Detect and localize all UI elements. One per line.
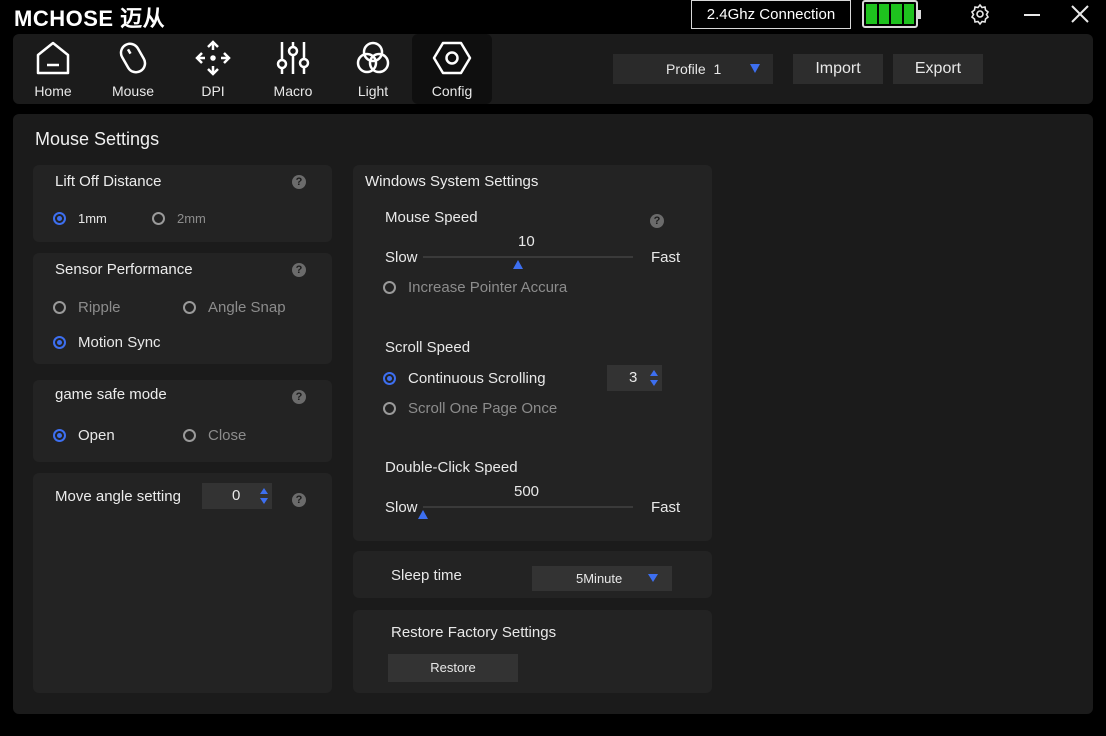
game-safe-close-radio[interactable]: Close	[183, 427, 246, 444]
lift-off-title: Lift Off Distance	[55, 173, 162, 190]
mouse-speed-value: 10	[518, 233, 535, 250]
stepper-value: 0	[232, 487, 241, 504]
radio-label: Ripple	[78, 299, 121, 316]
connection-status: 2.4Ghz Connection	[691, 0, 851, 29]
export-button[interactable]: Export	[893, 54, 983, 84]
import-button[interactable]: Import	[793, 54, 883, 84]
light-circles-icon	[356, 41, 390, 74]
move-angle-stepper[interactable]: 0	[202, 483, 272, 509]
move-arrows-icon	[195, 40, 231, 76]
double-click-slider[interactable]	[423, 506, 633, 508]
continuous-scrolling-radio[interactable]: Continuous Scrolling	[383, 370, 546, 387]
page-title: Mouse Settings	[35, 129, 160, 149]
help-icon[interactable]: ?	[650, 214, 664, 228]
move-angle-card	[33, 473, 332, 693]
stepper-value: 3	[629, 369, 638, 386]
profile-value: Profile 1	[666, 61, 722, 77]
nav-config[interactable]: Config	[412, 34, 492, 104]
radio-label: Close	[208, 427, 247, 444]
restore-title: Restore Factory Settings	[391, 624, 557, 641]
move-angle-title: Move angle setting	[55, 488, 181, 505]
mouse-speed-slider[interactable]	[423, 256, 633, 258]
radio-label: Open	[78, 427, 115, 444]
radio-label: Increase Pointer Accura	[408, 279, 568, 296]
windows-settings-title: Windows System Settings	[365, 173, 539, 190]
stepper-down-icon[interactable]	[260, 498, 268, 504]
app-logo: MCHOSE 迈从	[14, 6, 166, 31]
sleep-time-select[interactable]: 5Minute	[532, 566, 672, 591]
profile-select[interactable]: Profile 1	[613, 54, 773, 84]
sliders-icon	[276, 42, 310, 74]
stepper-down-icon[interactable]	[650, 380, 658, 386]
restore-button[interactable]: Restore	[388, 654, 518, 682]
hexagon-nut-icon	[432, 41, 472, 75]
help-icon[interactable]: ?	[292, 390, 306, 404]
sleep-time-value: 5Minute	[576, 571, 623, 586]
nav-label: Mouse	[111, 83, 155, 99]
lift-off-2mm-radio[interactable]: 2mm	[152, 211, 206, 226]
radio-label: Scroll One Page Once	[408, 400, 558, 417]
nav-macro[interactable]: Macro	[253, 34, 333, 104]
slider-fast-label: Fast	[651, 249, 681, 266]
radio-label: Motion Sync	[78, 334, 161, 351]
mouse-speed-label: Mouse Speed	[385, 209, 478, 226]
lift-off-1mm-radio[interactable]: 1mm	[53, 211, 107, 226]
scroll-lines-stepper[interactable]: 3	[607, 365, 662, 391]
nav-light[interactable]: Light	[333, 34, 413, 104]
nav-label: Home	[34, 83, 72, 99]
scroll-speed-label: Scroll Speed	[385, 339, 471, 356]
slider-fast-label: Fast	[651, 499, 681, 516]
sleep-time-label: Sleep time	[391, 567, 462, 584]
scroll-one-page-radio[interactable]: Scroll One Page Once	[383, 400, 557, 417]
sensor-title: Sensor Performance	[55, 261, 193, 278]
slider-thumb[interactable]	[418, 510, 428, 519]
home-icon	[36, 41, 70, 75]
close-icon[interactable]	[1068, 2, 1092, 26]
slider-thumb[interactable]	[512, 260, 523, 269]
battery-indicator	[862, 0, 921, 28]
radio-label: Angle Snap	[208, 299, 286, 316]
nav-label: Light	[357, 83, 389, 99]
nav-mouse[interactable]: Mouse	[93, 34, 173, 104]
ripple-radio[interactable]: Ripple	[53, 299, 121, 316]
mouse-icon	[119, 42, 147, 74]
pointer-accuracy-checkbox[interactable]: Increase Pointer Accura	[383, 279, 567, 296]
game-safe-title: game safe mode	[55, 386, 167, 403]
stepper-up-icon[interactable]	[260, 488, 268, 494]
nav-dpi[interactable]: DPI	[173, 34, 253, 104]
slider-slow-label: Slow	[385, 499, 418, 516]
motion-sync-radio[interactable]: Motion Sync	[53, 334, 161, 351]
radio-label: 2mm	[177, 211, 206, 226]
help-icon[interactable]: ?	[292, 263, 306, 277]
slider-slow-label: Slow	[385, 249, 418, 266]
settings-gear-icon[interactable]	[968, 2, 992, 26]
angle-snap-radio[interactable]: Angle Snap	[183, 299, 286, 316]
minimize-icon[interactable]	[1020, 2, 1044, 26]
nav-label: Macro	[273, 83, 313, 99]
help-icon[interactable]: ?	[292, 175, 306, 189]
radio-label: Continuous Scrolling	[408, 370, 546, 387]
nav-label: DPI	[201, 83, 225, 99]
nav-label: Config	[431, 83, 473, 99]
help-icon[interactable]: ?	[292, 493, 306, 507]
game-safe-open-radio[interactable]: Open	[53, 427, 115, 444]
dropdown-arrow-icon	[750, 64, 760, 73]
dropdown-arrow-icon	[648, 574, 658, 582]
double-click-label: Double-Click Speed	[385, 459, 518, 476]
double-click-value: 500	[514, 483, 540, 500]
radio-label: 1mm	[78, 211, 107, 226]
nav-home[interactable]: Home	[13, 34, 93, 104]
stepper-up-icon[interactable]	[650, 370, 658, 376]
